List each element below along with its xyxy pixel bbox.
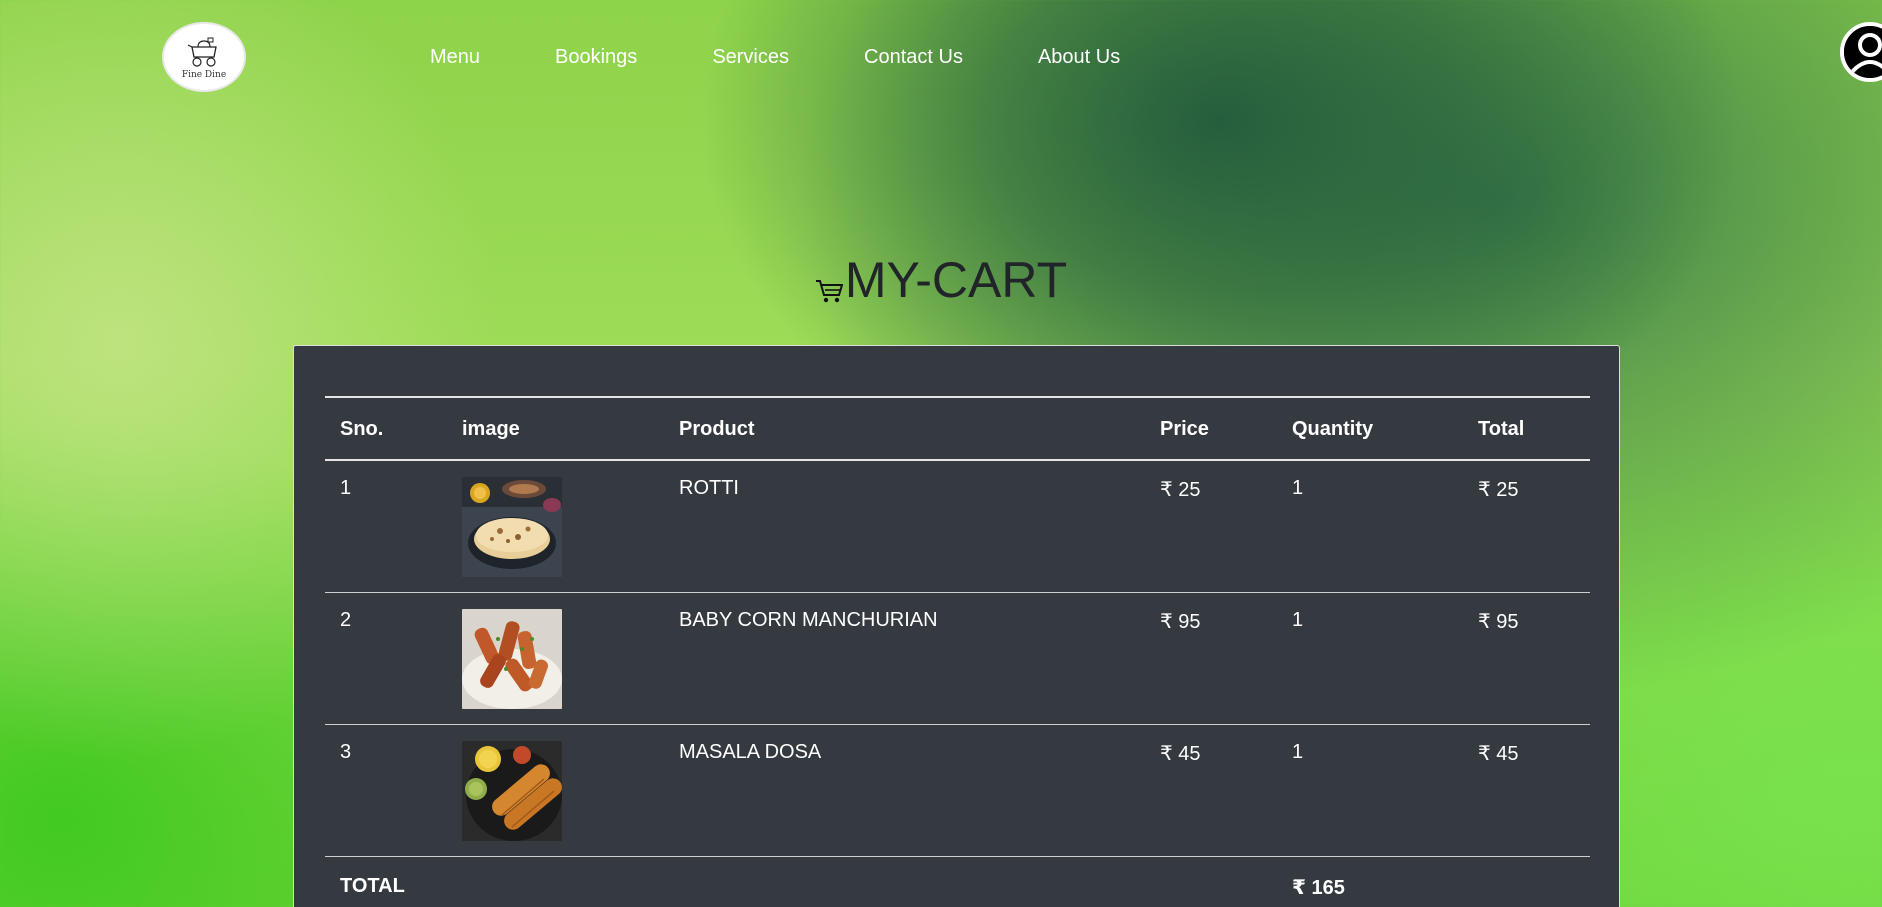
nav-link-menu[interactable]: Menu xyxy=(430,46,480,69)
row-total: ₹ 45 xyxy=(1463,724,1590,857)
nav-link-services[interactable]: Services xyxy=(712,46,789,69)
row-price: ₹ 45 xyxy=(1145,724,1277,857)
header-sno: Sno. xyxy=(325,396,447,461)
row-sno: 1 xyxy=(325,460,447,593)
header-quantity: Quantity xyxy=(1277,396,1463,461)
row-sno: 2 xyxy=(325,592,447,725)
header-image: image xyxy=(447,396,664,461)
row-total: ₹ 95 xyxy=(1463,592,1590,725)
header-total: Total xyxy=(1463,396,1590,461)
header-price: Price xyxy=(1145,396,1277,461)
table-row: 2 BABY CORN MANCHURIAN ₹ 95 1 ₹ 95 xyxy=(325,592,1590,725)
row-total: ₹ 25 xyxy=(1463,460,1590,593)
cart-card: Sno. image Product Price Quantity Total … xyxy=(293,345,1620,907)
row-quantity: 1 xyxy=(1277,724,1463,857)
table-row: 1 ROTTI ₹ 25 1 ₹ 25 xyxy=(325,460,1590,593)
cart-icon xyxy=(815,280,843,303)
rotti-photo xyxy=(462,477,562,577)
row-price: ₹ 95 xyxy=(1145,592,1277,725)
row-product: MASALA DOSA xyxy=(664,724,1145,857)
row-sno: 3 xyxy=(325,724,447,857)
row-quantity: 1 xyxy=(1277,460,1463,593)
brand-logo-text: Fine Dine xyxy=(181,69,227,80)
top-navbar: Fine Dine Menu Bookings Services Contact… xyxy=(0,0,1882,115)
food-cart-icon xyxy=(187,37,217,67)
cart-total-row: TOTAL ₹ 165 xyxy=(325,856,1590,907)
cart-table: Sno. image Product Price Quantity Total … xyxy=(325,396,1590,907)
cart-total-label: TOTAL xyxy=(325,856,1277,907)
cart-total-value: ₹ 165 xyxy=(1277,856,1463,907)
row-product: BABY CORN MANCHURIAN xyxy=(664,592,1145,725)
row-product: ROTTI xyxy=(664,460,1145,593)
cart-table-header: Sno. image Product Price Quantity Total xyxy=(325,396,1590,461)
user-profile-icon xyxy=(1844,26,1882,78)
header-product: Product xyxy=(664,396,1145,461)
masala-dosa-photo xyxy=(462,741,562,841)
brand-logo[interactable]: Fine Dine xyxy=(162,22,246,92)
table-row: 3 MASALA DOSA ₹ 45 1 ₹ 45 xyxy=(325,724,1590,857)
profile-button[interactable] xyxy=(1840,22,1882,82)
nav-link-bookings[interactable]: Bookings xyxy=(555,46,637,69)
page-title: MY-CART xyxy=(844,252,1068,308)
main-nav: Menu Bookings Services Contact Us About … xyxy=(430,46,1195,69)
nav-link-contact-us[interactable]: Contact Us xyxy=(864,46,963,69)
baby-corn-manchurian-photo xyxy=(462,609,562,709)
page-title-wrap: MY-CART xyxy=(0,250,1882,310)
row-quantity: 1 xyxy=(1277,592,1463,725)
nav-link-about-us[interactable]: About Us xyxy=(1038,46,1120,69)
row-price: ₹ 25 xyxy=(1145,460,1277,593)
